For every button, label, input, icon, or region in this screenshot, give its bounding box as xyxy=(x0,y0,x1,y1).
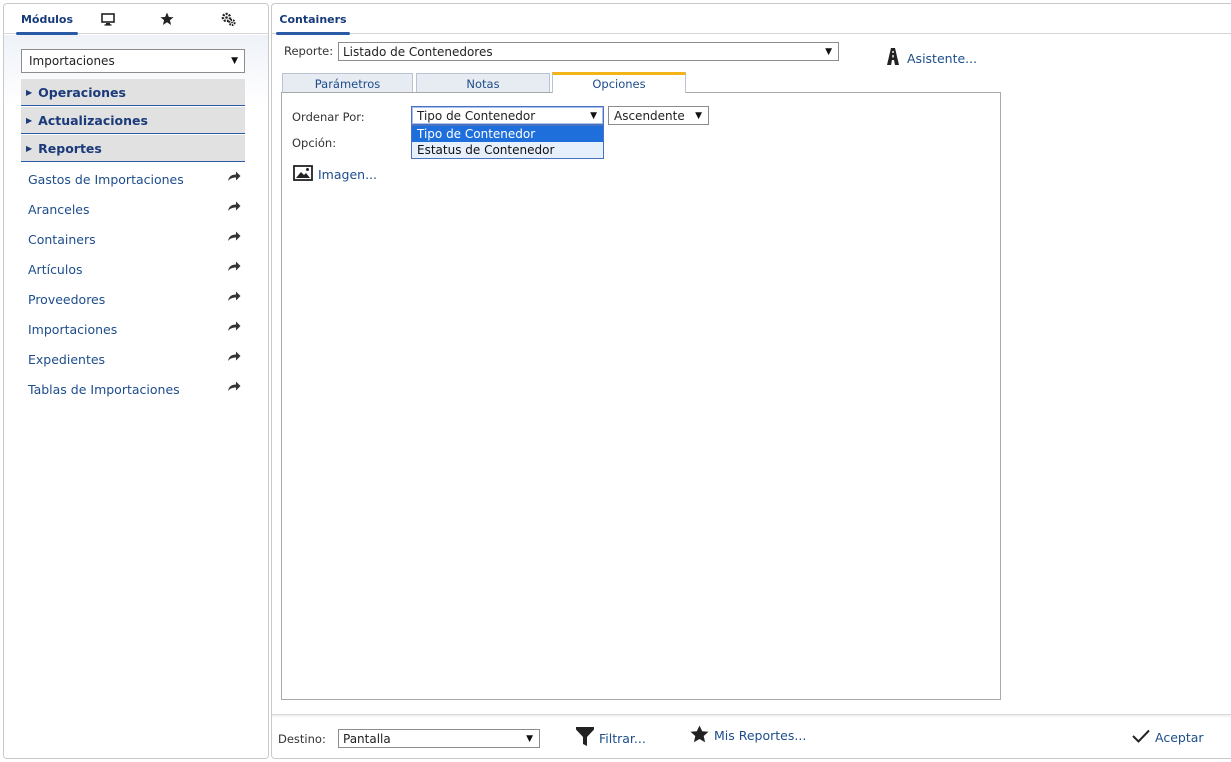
share-arrow-icon xyxy=(227,350,241,365)
caret-right-icon: ▶ xyxy=(26,143,33,153)
accept-button[interactable]: Aceptar xyxy=(1132,729,1204,746)
module-select-value: Importaciones xyxy=(29,54,115,68)
report-select-value: Listado de Contenedores xyxy=(343,44,493,59)
chevron-down-icon: ▼ xyxy=(825,46,832,57)
nav-item-label: Tablas de Importaciones xyxy=(28,381,180,397)
tab-opciones-label: Opciones xyxy=(592,77,646,91)
wizard-icon xyxy=(887,48,907,68)
filter-icon xyxy=(576,727,599,750)
report-tabbar: Containers xyxy=(272,4,1231,35)
nav-item-aranceles[interactable]: Aranceles xyxy=(21,194,245,224)
options-tab-content: Ordenar Por: Tipo de Contenedor ▼ Ascend… xyxy=(281,92,1001,700)
tab-containers-label: Containers xyxy=(279,12,347,26)
section-reportes[interactable]: ▶ Reportes xyxy=(21,135,245,162)
destination-select[interactable]: Pantalla ▼ xyxy=(338,729,540,748)
dropdown-option[interactable]: Tipo de Contenedor xyxy=(412,126,603,142)
tab-opciones[interactable]: Opciones xyxy=(552,72,686,93)
tab-modulos[interactable]: Módulos xyxy=(16,4,78,35)
nav-item-proveedores[interactable]: Proveedores xyxy=(21,284,245,314)
image-icon xyxy=(293,165,318,184)
wizard-label: Asistente... xyxy=(907,50,978,66)
section-label: Actualizaciones xyxy=(38,112,148,128)
nav-item-label: Aranceles xyxy=(28,201,90,217)
nav-item-label: Containers xyxy=(28,231,96,247)
wizard-link[interactable]: Asistente... xyxy=(887,48,977,68)
nav-item-label: Expedientes xyxy=(28,351,106,367)
report-select[interactable]: Listado de Contenedores ▼ xyxy=(338,42,839,61)
report-label: Reporte: xyxy=(284,44,334,58)
tab-modulos-label: Módulos xyxy=(20,12,74,26)
star-icon xyxy=(160,12,174,26)
sort-direction-value: Ascendente xyxy=(614,108,685,123)
share-arrow-icon xyxy=(227,320,241,335)
tab-parametros[interactable]: Parámetros xyxy=(282,73,413,93)
order-by-select[interactable]: Tipo de Contenedor ▼ xyxy=(411,106,604,125)
tab-favorites[interactable] xyxy=(147,4,187,34)
chevron-down-icon: ▼ xyxy=(590,110,597,121)
gears-icon xyxy=(221,12,236,26)
my-reports-label: Mis Reportes... xyxy=(714,728,807,743)
section-operaciones[interactable]: ▶ Operaciones xyxy=(21,79,245,106)
section-label: Reportes xyxy=(38,140,102,156)
filter-button[interactable]: Filtrar... xyxy=(576,727,646,750)
share-arrow-icon xyxy=(227,200,241,215)
caret-right-icon: ▶ xyxy=(26,87,33,97)
modules-tabbar: Módulos xyxy=(4,4,268,35)
nav-item-tablas[interactable]: Tablas de Importaciones xyxy=(21,374,245,404)
destination-label: Destino: xyxy=(278,732,326,746)
accept-label: Aceptar xyxy=(1155,730,1204,745)
section-label: Operaciones xyxy=(38,84,126,100)
caret-right-icon: ▶ xyxy=(26,115,33,125)
my-reports-button[interactable]: Mis Reportes... xyxy=(690,725,806,746)
report-footer: Destino: Pantalla ▼ Filtrar... Mis Repor… xyxy=(272,714,1231,758)
nav-item-articulos[interactable]: Artículos xyxy=(21,254,245,284)
share-arrow-icon xyxy=(227,290,241,305)
filter-label: Filtrar... xyxy=(599,731,646,746)
destination-value: Pantalla xyxy=(343,731,391,746)
module-select[interactable]: Importaciones ▼ xyxy=(21,49,245,73)
dropdown-option[interactable]: Estatus de Contenedor xyxy=(412,142,603,158)
tab-containers[interactable]: Containers xyxy=(276,4,350,35)
order-by-value: Tipo de Contenedor xyxy=(417,108,536,123)
image-label: Imagen... xyxy=(318,167,377,182)
chevron-down-icon: ▼ xyxy=(231,56,238,66)
modules-body: Importaciones ▼ ▶ Operaciones ▶ Actualiz… xyxy=(4,35,268,758)
chevron-down-icon: ▼ xyxy=(526,733,533,744)
share-arrow-icon xyxy=(227,380,241,395)
section-actualizaciones[interactable]: ▶ Actualizaciones xyxy=(21,107,245,134)
share-arrow-icon xyxy=(227,230,241,245)
star-icon xyxy=(690,725,714,746)
nav-item-label: Importaciones xyxy=(28,321,118,337)
checkmark-icon xyxy=(1132,729,1155,746)
nav-item-label: Proveedores xyxy=(28,291,106,307)
order-by-label: Ordenar Por: xyxy=(292,110,365,124)
nav-item-label: Gastos de Importaciones xyxy=(28,171,184,187)
tab-monitor[interactable] xyxy=(88,4,128,34)
nav-item-label: Artículos xyxy=(28,261,83,277)
order-by-dropdown: Tipo de Contenedor Estatus de Contenedor xyxy=(411,125,604,159)
tab-notas-label: Notas xyxy=(466,76,500,91)
sort-direction-select[interactable]: Ascendente ▼ xyxy=(608,106,709,125)
share-arrow-icon xyxy=(227,170,241,185)
tab-settings[interactable] xyxy=(208,4,248,34)
tab-notas[interactable]: Notas xyxy=(416,73,550,93)
modules-panel: Módulos Importaciones ▼ ▶ Operaciones ▶ … xyxy=(3,3,269,759)
nav-item-expedientes[interactable]: Expedientes xyxy=(21,344,245,374)
chevron-down-icon: ▼ xyxy=(695,110,702,121)
nav-item-gastos[interactable]: Gastos de Importaciones xyxy=(21,164,245,194)
image-link[interactable]: Imagen... xyxy=(293,165,377,184)
monitor-icon xyxy=(101,12,115,26)
tab-parametros-label: Parámetros xyxy=(314,76,381,91)
share-arrow-icon xyxy=(227,260,241,275)
report-panel: Containers Reporte: Listado de Contenedo… xyxy=(271,3,1231,759)
nav-item-containers[interactable]: Containers xyxy=(21,224,245,254)
option-label: Opción: xyxy=(292,136,337,150)
nav-item-importaciones[interactable]: Importaciones xyxy=(21,314,245,344)
